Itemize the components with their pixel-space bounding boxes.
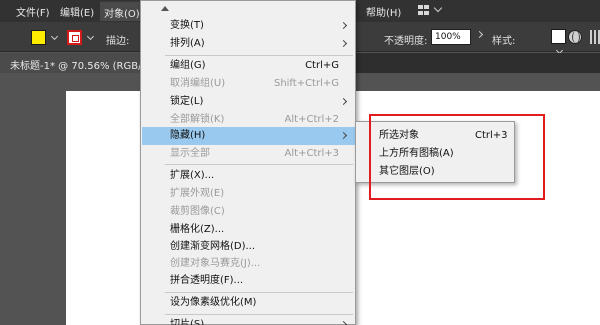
menu-item-expand-appearance[interactable]: 扩展外观(E) bbox=[142, 185, 355, 203]
document-tab[interactable]: 未标题-1* @ 70.56% (RGB/G bbox=[0, 53, 140, 73]
menu-item-shortcut: Shift+Ctrl+G bbox=[273, 78, 339, 89]
menu-separator bbox=[165, 314, 353, 315]
submenu-item-selection[interactable]: 所选对象 Ctrl+3 bbox=[357, 127, 514, 145]
workspace-switcher-icon[interactable] bbox=[418, 5, 430, 16]
menu-item-label: 编组(G) bbox=[170, 60, 206, 71]
opacity-arrow-icon[interactable] bbox=[475, 30, 484, 39]
submenu-arrow-icon bbox=[339, 39, 348, 48]
style-label: 样式: bbox=[492, 36, 516, 47]
align-grid-icon[interactable] bbox=[590, 30, 600, 44]
submenu-item-label: 上方所有图稿(A) bbox=[379, 148, 454, 159]
menu-item-show-all[interactable]: 显示全部 Alt+Ctrl+3 bbox=[142, 145, 355, 163]
object-menu-dropdown: 变换(T) 排列(A) 编组(G) Ctrl+G 取消编组(U) Shift+C… bbox=[140, 0, 356, 325]
menu-help[interactable]: 帮助(H) bbox=[366, 4, 401, 19]
menu-item-label: 切片(S) bbox=[170, 319, 205, 325]
fill-color-swatch[interactable] bbox=[31, 30, 46, 45]
menu-item-label: 取消编组(U) bbox=[170, 78, 226, 89]
menu-separator bbox=[165, 292, 353, 293]
menu-item-shortcut: Ctrl+G bbox=[305, 60, 339, 71]
submenu-item-label: 所选对象 bbox=[379, 130, 419, 141]
menu-item-hide[interactable]: 隐藏(H) bbox=[142, 127, 355, 145]
menu-separator bbox=[165, 55, 353, 56]
menu-item-crop-image[interactable]: 裁剪图像(C) bbox=[142, 203, 355, 221]
opacity-input[interactable]: 100% bbox=[431, 29, 471, 45]
menu-item-slice[interactable]: 切片(S) bbox=[142, 316, 355, 325]
submenu-arrow-icon bbox=[339, 21, 348, 30]
opacity-label: 不透明度: bbox=[384, 36, 428, 47]
menu-item-label: 扩展外观(E) bbox=[170, 188, 225, 199]
menu-item-shortcut: Alt+Ctrl+3 bbox=[284, 148, 339, 159]
recolor-globe-icon[interactable] bbox=[568, 30, 582, 44]
menu-item-arrange[interactable]: 排列(A) bbox=[142, 35, 355, 53]
menu-item-label: 扩展(X)... bbox=[170, 170, 215, 181]
graphic-style-swatch[interactable] bbox=[551, 29, 566, 44]
menu-item-label: 显示全部 bbox=[170, 148, 210, 159]
menu-item-label: 创建对象马赛克(J)... bbox=[170, 258, 261, 269]
menu-item-label: 排列(A) bbox=[170, 38, 205, 49]
submenu-item-label: 其它图层(O) bbox=[379, 166, 435, 177]
menu-separator bbox=[165, 164, 353, 165]
hide-submenu: 所选对象 Ctrl+3 上方所有图稿(A) 其它图层(O) bbox=[355, 121, 515, 183]
submenu-arrow-icon bbox=[339, 320, 348, 325]
menu-item-create-object-mosaic[interactable]: 创建对象马赛克(J)... bbox=[142, 255, 355, 273]
menu-item-expand[interactable]: 扩展(X)... bbox=[142, 167, 355, 185]
fill-chevron-down-icon[interactable] bbox=[50, 32, 59, 41]
submenu-item-shortcut: Ctrl+3 bbox=[475, 130, 508, 141]
menu-file[interactable]: 文件(F) bbox=[16, 4, 50, 19]
menu-item-ungroup[interactable]: 取消编组(U) Shift+Ctrl+G bbox=[142, 75, 355, 93]
menu-item-label: 栅格化(Z)... bbox=[170, 224, 225, 235]
menu-edit[interactable]: 编辑(E) bbox=[60, 4, 94, 19]
menu-item-label: 裁剪图像(C) bbox=[170, 206, 225, 217]
workspace-chevron-down-icon[interactable] bbox=[433, 3, 443, 13]
menu-item-label: 设为像素级优化(M) bbox=[170, 297, 257, 308]
scroll-up-arrow-icon[interactable] bbox=[161, 6, 169, 11]
menu-item-label: 拼合透明度(F)... bbox=[170, 275, 244, 286]
menu-item-lock[interactable]: 锁定(L) bbox=[142, 93, 355, 111]
menu-item-pixel-perfect[interactable]: 设为像素级优化(M) bbox=[142, 294, 355, 312]
menu-item-label: 变换(T) bbox=[170, 20, 204, 31]
menu-object[interactable]: 对象(O) bbox=[100, 1, 144, 21]
menu-item-flatten-transparency[interactable]: 拼合透明度(F)... bbox=[142, 272, 355, 290]
menu-item-rasterize[interactable]: 栅格化(Z)... bbox=[142, 221, 355, 239]
submenu-arrow-icon bbox=[339, 131, 348, 140]
stroke-chevron-down-icon[interactable] bbox=[86, 32, 95, 41]
menu-item-label: 创建渐变网格(D)... bbox=[170, 241, 256, 252]
menu-item-group[interactable]: 编组(G) Ctrl+G bbox=[142, 57, 355, 75]
stroke-label: 描边: bbox=[106, 36, 130, 47]
submenu-arrow-icon bbox=[339, 97, 348, 106]
menu-item-create-gradient-mesh[interactable]: 创建渐变网格(D)... bbox=[142, 238, 355, 256]
submenu-item-all-artwork-above[interactable]: 上方所有图稿(A) bbox=[357, 145, 514, 163]
submenu-item-other-layers[interactable]: 其它图层(O) bbox=[357, 163, 514, 181]
menu-item-transform[interactable]: 变换(T) bbox=[142, 17, 355, 35]
menu-item-label: 锁定(L) bbox=[170, 96, 204, 107]
menu-item-label: 隐藏(H) bbox=[170, 130, 206, 141]
stroke-color-swatch[interactable] bbox=[67, 30, 82, 45]
